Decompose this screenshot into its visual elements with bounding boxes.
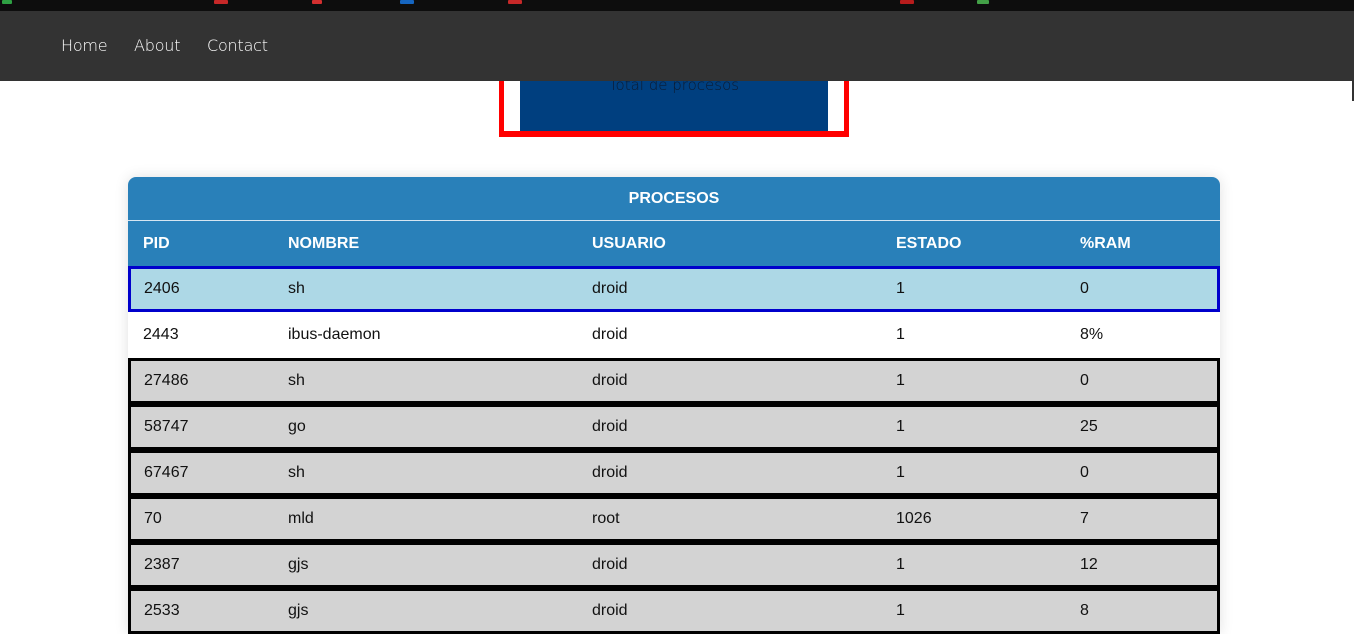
cell-estado: 1 bbox=[896, 372, 905, 389]
cell-ram: 8 bbox=[1080, 602, 1089, 619]
cell-ram: 0 bbox=[1080, 464, 1089, 481]
cell-usuario: droid bbox=[592, 556, 628, 573]
cell-pid: 2406 bbox=[144, 280, 180, 297]
table-row[interactable]: 2406 sh droid 1 0 bbox=[128, 266, 1220, 312]
cell-estado: 1 bbox=[896, 556, 905, 573]
cell-ram: 25 bbox=[1080, 418, 1098, 435]
column-header-ram[interactable]: %RAM bbox=[1080, 221, 1131, 266]
column-header-estado[interactable]: ESTADO bbox=[896, 221, 961, 266]
cell-pid: 2387 bbox=[144, 556, 180, 573]
cell-nombre: sh bbox=[288, 372, 305, 389]
table-header-row: PID NOMBRE USUARIO ESTADO %RAM bbox=[128, 221, 1220, 266]
table-row[interactable]: 27486 sh droid 1 0 bbox=[128, 358, 1220, 404]
bookmark-favicon[interactable] bbox=[2, 0, 12, 4]
cell-pid: 70 bbox=[144, 510, 162, 527]
cell-ram: 12 bbox=[1080, 556, 1098, 573]
column-header-pid[interactable]: PID bbox=[143, 221, 170, 266]
bookmark-favicon[interactable] bbox=[508, 0, 522, 4]
cell-usuario: root bbox=[592, 510, 620, 527]
cell-nombre: mld bbox=[288, 510, 314, 527]
column-header-nombre[interactable]: NOMBRE bbox=[288, 221, 359, 266]
cell-estado: 1 bbox=[896, 418, 905, 435]
cell-nombre: ibus-daemon bbox=[288, 326, 381, 343]
cell-ram: 8% bbox=[1080, 326, 1104, 343]
cell-ram: 0 bbox=[1080, 372, 1089, 389]
cell-estado: 1 bbox=[896, 280, 905, 297]
nav-link-about[interactable]: About bbox=[134, 11, 181, 81]
table-row[interactable]: 2443 ibus-daemon droid 1 8% bbox=[128, 312, 1220, 358]
cell-usuario: droid bbox=[592, 280, 628, 297]
bookmark-favicon[interactable] bbox=[312, 0, 322, 4]
table-row[interactable]: 2387 gjs droid 1 12 bbox=[128, 542, 1220, 588]
cell-pid: 67467 bbox=[144, 464, 189, 481]
cell-nombre: sh bbox=[288, 280, 305, 297]
bookmark-favicon[interactable] bbox=[977, 0, 989, 4]
cell-usuario: droid bbox=[592, 326, 628, 343]
bookmark-favicon[interactable] bbox=[900, 0, 914, 4]
cell-usuario: droid bbox=[592, 418, 628, 435]
table-title: PROCESOS bbox=[128, 177, 1220, 221]
cell-estado: 1 bbox=[896, 326, 905, 343]
process-table: PROCESOS PID NOMBRE USUARIO ESTADO %RAM … bbox=[128, 177, 1220, 634]
cell-usuario: droid bbox=[592, 464, 628, 481]
cell-estado: 1026 bbox=[896, 510, 932, 527]
table-row[interactable]: 2533 gjs droid 1 8 bbox=[128, 588, 1220, 634]
column-header-usuario[interactable]: USUARIO bbox=[592, 221, 666, 266]
browser-bookmarks-strip bbox=[0, 0, 1354, 11]
cell-estado: 1 bbox=[896, 602, 905, 619]
cell-ram: 7 bbox=[1080, 510, 1089, 527]
top-navbar: Home About Contact bbox=[0, 11, 1354, 81]
cell-pid: 27486 bbox=[144, 372, 189, 389]
cell-estado: 1 bbox=[896, 464, 905, 481]
cell-pid: 2443 bbox=[143, 326, 179, 343]
bookmark-favicon[interactable] bbox=[400, 0, 414, 4]
cell-pid: 58747 bbox=[144, 418, 189, 435]
bookmark-favicon[interactable] bbox=[214, 0, 228, 4]
table-row[interactable]: 67467 sh droid 1 0 bbox=[128, 450, 1220, 496]
cell-nombre: gjs bbox=[288, 556, 309, 573]
nav-link-contact[interactable]: Contact bbox=[207, 11, 268, 81]
nav-link-home[interactable]: Home bbox=[61, 11, 108, 81]
table-row[interactable]: 58747 go droid 1 25 bbox=[128, 404, 1220, 450]
table-row[interactable]: 70 mld root 1026 7 bbox=[128, 496, 1220, 542]
cell-nombre: go bbox=[288, 418, 306, 435]
cell-nombre: sh bbox=[288, 464, 305, 481]
cell-usuario: droid bbox=[592, 602, 628, 619]
cell-usuario: droid bbox=[592, 372, 628, 389]
cell-ram: 0 bbox=[1080, 280, 1089, 297]
cell-nombre: gjs bbox=[288, 602, 309, 619]
cell-pid: 2533 bbox=[144, 602, 180, 619]
